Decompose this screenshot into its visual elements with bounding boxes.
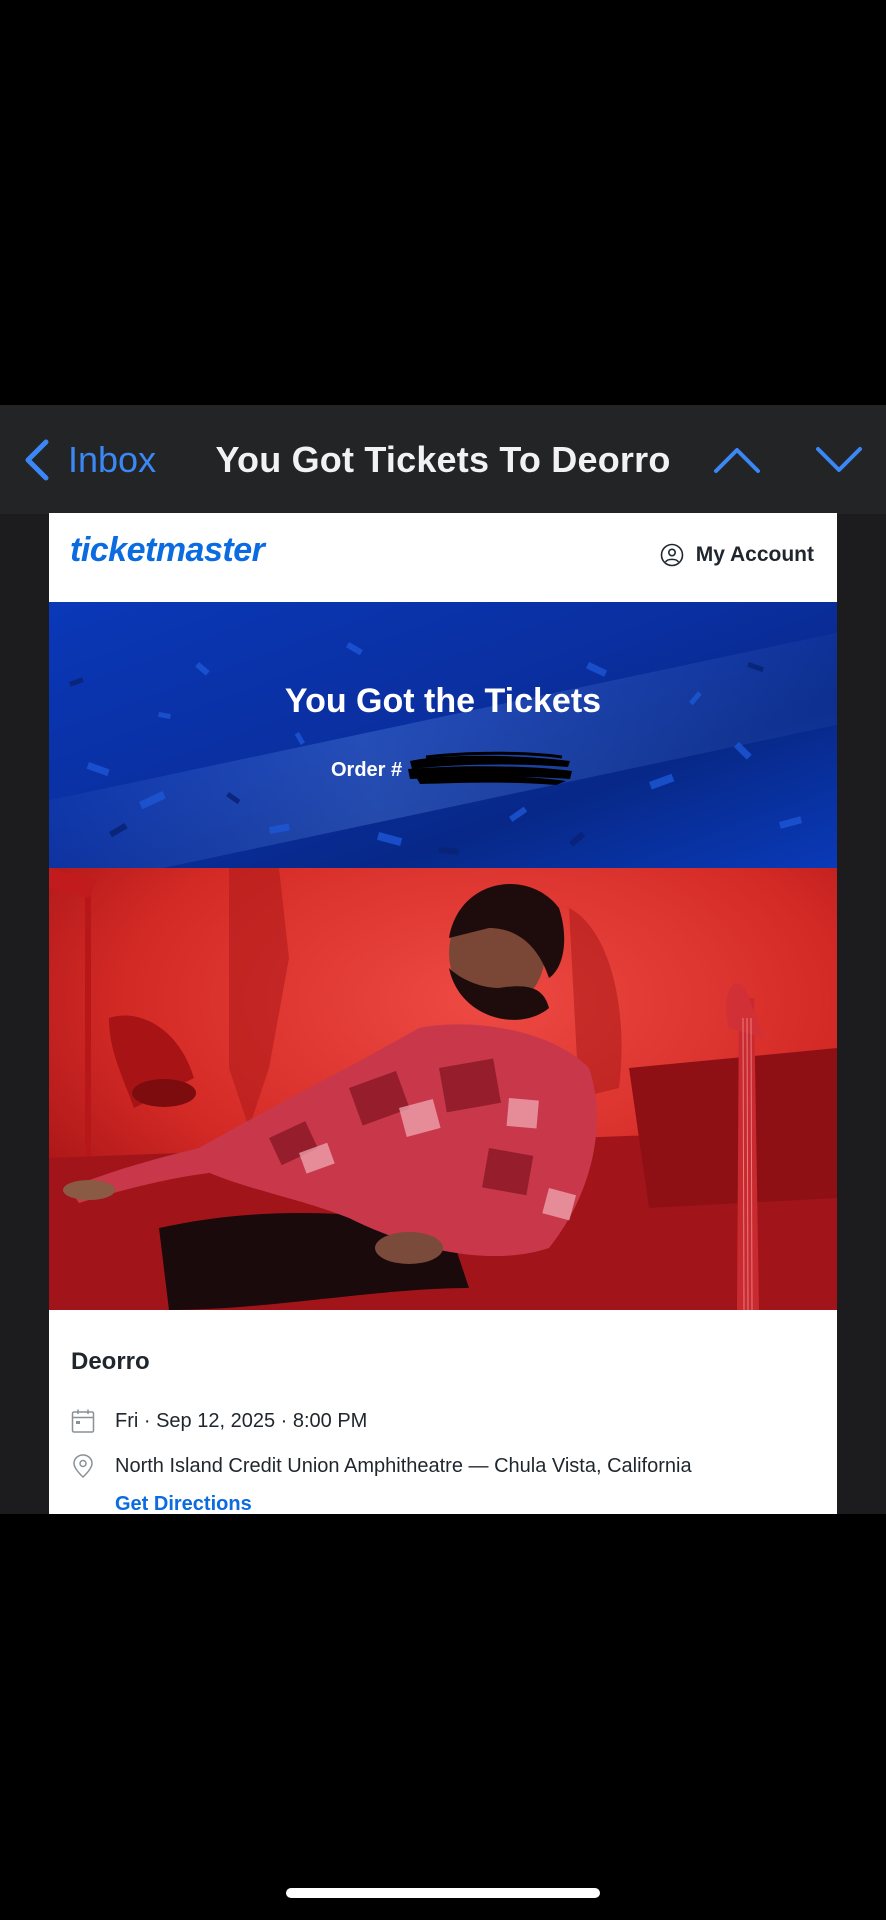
calendar-icon bbox=[71, 1409, 95, 1433]
user-circle-icon bbox=[660, 543, 684, 567]
event-venue-row: North Island Credit Union Amphitheatre —… bbox=[71, 1453, 692, 1479]
mail-nav-bar: Inbox You Got Tickets To Deorro bbox=[0, 405, 886, 515]
confirmation-banner: You Got the Tickets Order # bbox=[49, 602, 837, 868]
message-navigation bbox=[712, 405, 864, 514]
chevron-up-icon bbox=[714, 447, 760, 473]
redaction-scribble bbox=[408, 751, 572, 785]
confetti-decoration bbox=[69, 642, 803, 855]
location-pin-icon bbox=[73, 1454, 93, 1479]
my-account-label: My Account bbox=[695, 543, 814, 566]
next-message-button[interactable] bbox=[814, 445, 864, 475]
previous-message-button[interactable] bbox=[712, 445, 762, 475]
home-indicator[interactable] bbox=[286, 1888, 600, 1898]
order-number-label: Order # bbox=[331, 759, 403, 781]
event-name: Deorro bbox=[71, 1348, 150, 1375]
email-content: ticketmaster My Account You Got the Tick… bbox=[49, 513, 837, 1514]
ticketmaster-logo[interactable]: ticketmaster bbox=[70, 531, 265, 570]
my-account-link[interactable]: My Account bbox=[660, 543, 814, 567]
event-venue: North Island Credit Union Amphitheatre —… bbox=[115, 1454, 692, 1477]
event-date-row: Fri · Sep 12, 2025 · 8:00 PM bbox=[71, 1408, 367, 1434]
email-header: ticketmaster My Account bbox=[49, 513, 837, 602]
chevron-down-icon bbox=[816, 446, 862, 472]
event-date-time: Fri · Sep 12, 2025 · 8:00 PM bbox=[115, 1409, 368, 1432]
event-artist-photo bbox=[49, 868, 837, 1310]
confirmation-heading: You Got the Tickets bbox=[284, 682, 602, 720]
get-directions-link[interactable]: Get Directions bbox=[115, 1493, 252, 1514]
